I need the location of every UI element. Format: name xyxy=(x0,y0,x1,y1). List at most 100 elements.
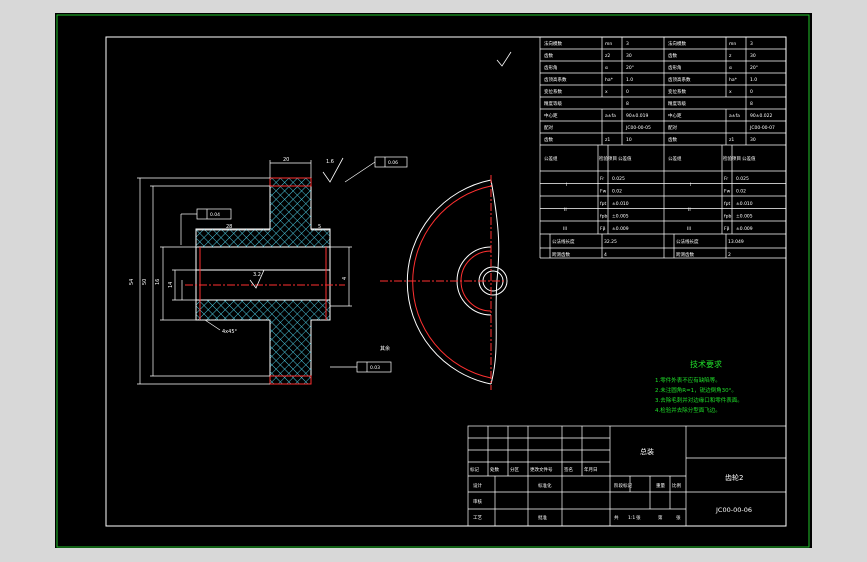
note-1: 1.零件外表不应有缺陷等。 xyxy=(655,376,721,384)
title-row-label: 分区 xyxy=(510,466,519,473)
table-left-value: 20° xyxy=(626,65,634,71)
group-left-item: Fr xyxy=(600,176,604,182)
parameter-table: 法向模数 mn 3 法向模数 mn 3 齿数 z2 30 齿数 z 30 齿形角 α 20° 齿形角 α 20° 齿… xyxy=(539,36,787,259)
sheet-label: 张 xyxy=(676,514,681,521)
table-right-label: 配对 xyxy=(668,124,677,131)
dim-hub-len: 28 xyxy=(226,224,232,230)
bottom-left-label: 跨测齿数 xyxy=(552,251,570,258)
table-right-symbol: mn xyxy=(729,42,736,47)
table-left-label: 变位系数 xyxy=(544,88,562,95)
group-right-item: fpb xyxy=(724,214,731,220)
table-right-label: 齿顶高系数 xyxy=(668,76,691,83)
table-right-label: 齿形角 xyxy=(668,64,682,71)
table-right-label: 中心距 xyxy=(668,112,682,119)
title-left-label: 工艺 xyxy=(473,515,482,521)
note-4: 4.检验并去除分型面飞边。 xyxy=(655,406,721,414)
group-left-value: ±0.010 xyxy=(612,201,629,207)
sheet-label: 第 xyxy=(658,514,663,521)
bottom-left-label: 公法线长度 xyxy=(552,238,575,245)
table-right-symbol: α xyxy=(729,66,732,71)
weight-label: 重量 xyxy=(656,482,665,489)
table-right-label: 齿数 xyxy=(668,52,677,59)
title-row-label: 标记 xyxy=(470,466,479,473)
dim-small: 4 xyxy=(342,277,348,280)
table-right-value: 30 xyxy=(750,53,756,59)
cad-drawing: 20 28 5 54 50 16 14 4 4x45° 1.6 3.2 0.06… xyxy=(56,14,810,548)
group-left-value: ±0.005 xyxy=(612,214,629,220)
dim-hub-d: 16 xyxy=(155,279,161,285)
table-head-item: 检验项目 xyxy=(599,155,617,162)
scale-value: 1:1 xyxy=(628,515,635,521)
table-left-label: 齿顶高系数 xyxy=(544,76,567,83)
group-label-1: I xyxy=(566,182,567,188)
table-left-label: 齿形角 xyxy=(544,64,558,71)
table-right-value: 90±0.022 xyxy=(750,113,773,119)
title-left-label: 审核 xyxy=(473,498,482,505)
table-right-label: 精度等级 xyxy=(668,100,686,107)
table-right-label: 齿数 xyxy=(668,136,677,143)
title-left-label: 设计 xyxy=(473,482,482,489)
title-row-label: 处数 xyxy=(490,466,499,473)
front-view xyxy=(380,51,512,390)
table-left-label: 齿数 xyxy=(544,136,553,143)
table-left-symbol: z2 xyxy=(605,53,610,59)
note-2: 2.未注圆角R=1，锐边倒角30°。 xyxy=(655,386,737,394)
note-3: 3.去除毛刺并对边缘口和零件表面。 xyxy=(655,396,743,404)
table-right-value: 8 xyxy=(750,101,753,107)
table-left-symbol: ha* xyxy=(605,77,614,83)
table-left-value: 30 xyxy=(626,53,632,59)
table-right-value: 1.0 xyxy=(750,77,757,83)
bottom-right-label: 跨测齿数 xyxy=(676,251,694,258)
group-left-value: 0.02 xyxy=(612,189,622,195)
title-mid-label: 批准 xyxy=(538,514,547,521)
table-right-label: 法向模数 xyxy=(668,40,686,47)
group-right-item: fpt xyxy=(724,201,730,207)
table-head-group: 公差组 xyxy=(544,155,558,162)
table-right-symbol: x xyxy=(729,90,732,95)
table-left-value: 10 xyxy=(626,137,632,143)
drawing-number: JC00-00-06 xyxy=(715,506,752,514)
table-left-label: 中心距 xyxy=(544,112,558,119)
title-row-label: 签名 xyxy=(564,466,573,473)
table-left-value: JC00-00-05 xyxy=(625,125,651,131)
bottom-right-value: 2 xyxy=(728,252,731,258)
dim-gap: 5 xyxy=(318,224,321,230)
group-label-1r: I xyxy=(690,182,691,188)
bottom-right-label: 公法线长度 xyxy=(676,238,699,245)
bottom-left-value: 32.25 xyxy=(604,239,617,245)
dim-bore: 14 xyxy=(168,282,174,288)
tol-3: 0.03 xyxy=(370,365,380,371)
table-left-value: 3 xyxy=(626,41,629,47)
dim-width: 20 xyxy=(283,157,289,163)
group-right-item: Fw xyxy=(724,189,731,195)
bottom-left-value: 4 xyxy=(604,252,607,258)
section-view: 20 28 5 54 50 16 14 4 4x45° 1.6 3.2 0.06… xyxy=(129,156,408,385)
table-right-value: JC00-00-07 xyxy=(749,125,775,131)
title-row-label: 年月日 xyxy=(584,466,598,473)
table-right-symbol: z xyxy=(729,54,732,59)
group-label-2r: II xyxy=(688,207,691,213)
table-left-symbol: x xyxy=(605,90,608,95)
group-left-item: Fβ xyxy=(600,226,606,232)
group-left-item: fpb xyxy=(600,214,607,220)
group-label-3r: III xyxy=(687,226,691,232)
sheet-label: 共 xyxy=(614,514,619,521)
group-label-3: III xyxy=(563,226,567,232)
table-right-value: 20° xyxy=(750,65,758,71)
surface-value: 3.2 xyxy=(253,272,261,278)
group-right-item: Fβ xyxy=(724,226,730,232)
group-right-value: ±0.010 xyxy=(736,201,753,207)
table-right-value: 30 xyxy=(750,137,756,143)
table-left-label: 法向模数 xyxy=(544,40,562,47)
table-right-symbol: a±fa xyxy=(729,113,740,119)
table-right-symbol: z1 xyxy=(729,137,734,143)
tol-1: 0.06 xyxy=(388,160,398,166)
title-row-label: 更改文件号 xyxy=(530,466,553,473)
table-head-group: 公差组 xyxy=(668,155,682,162)
table-right-value: 3 xyxy=(750,41,753,47)
table-left-symbol: α xyxy=(605,66,608,71)
table-left-label: 配对 xyxy=(544,124,553,131)
dim-od: 54 xyxy=(129,279,135,285)
table-head-value: 公差值 xyxy=(742,155,756,162)
group-left-item: fpt xyxy=(600,201,606,207)
